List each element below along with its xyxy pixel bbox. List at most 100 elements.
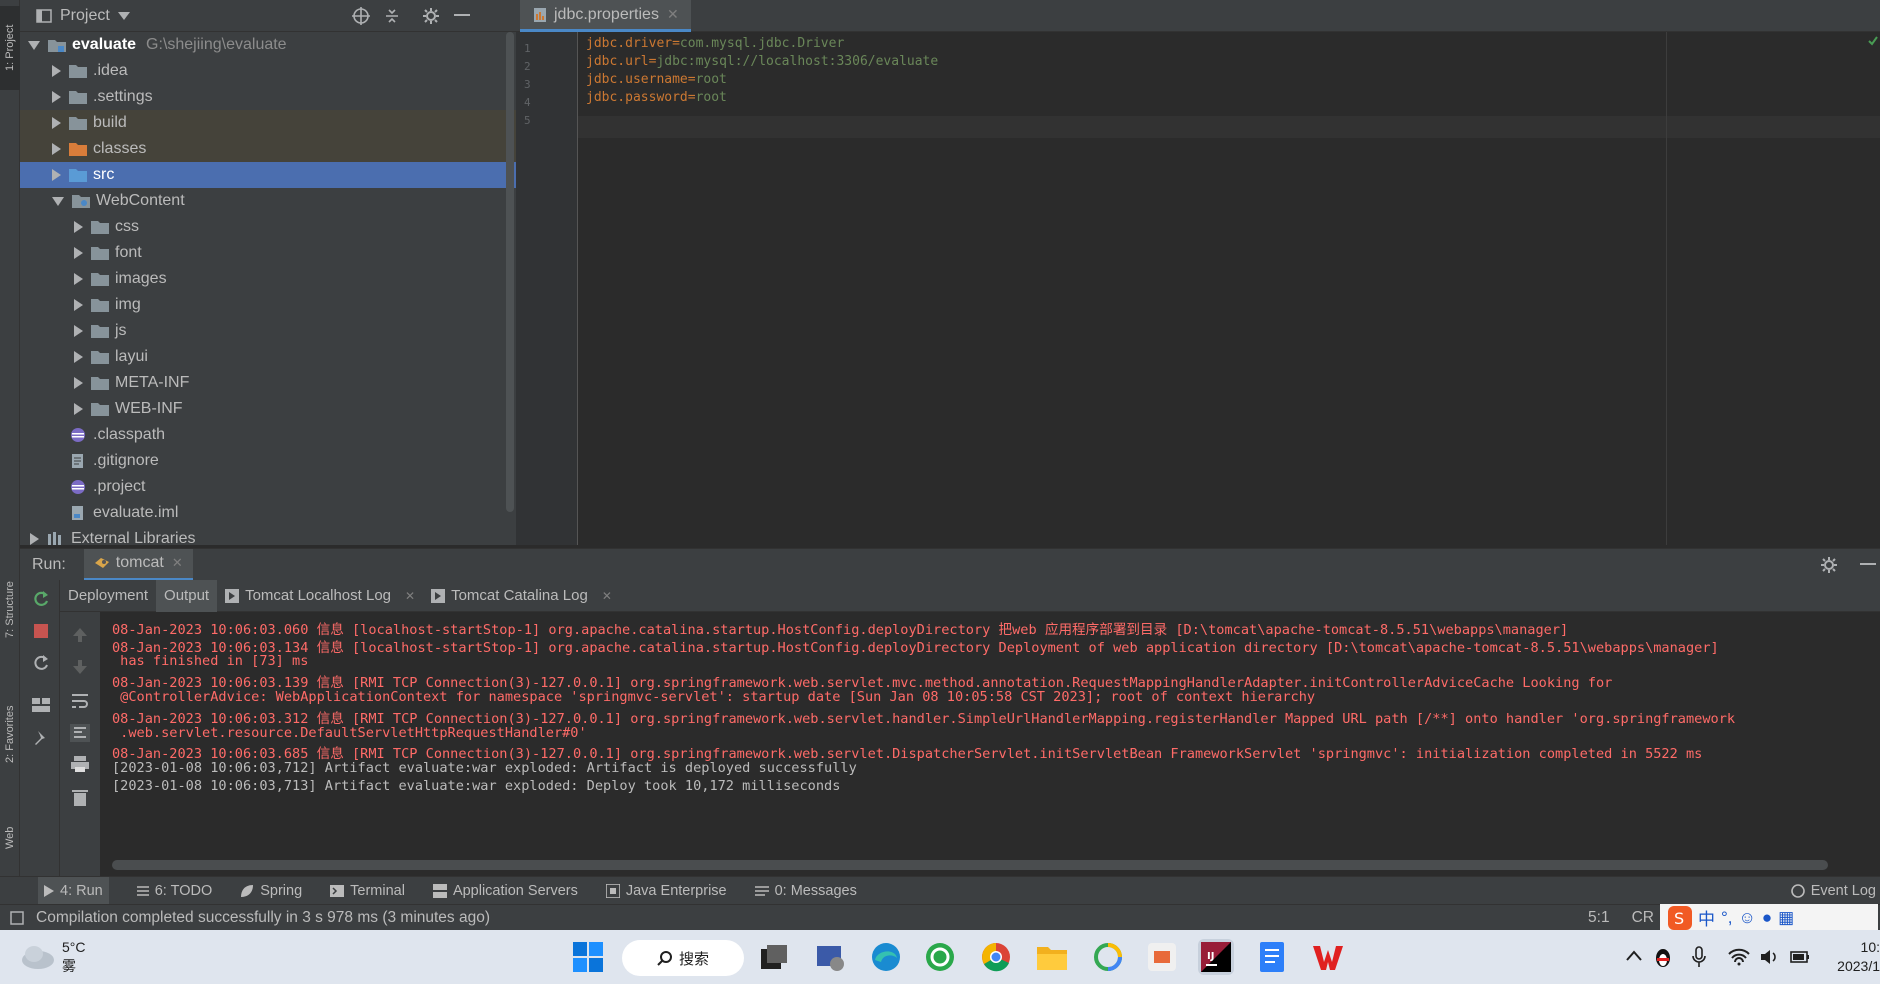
tree-item-js[interactable]: js: [20, 318, 516, 344]
expand-right-icon[interactable]: [52, 65, 61, 77]
taskbar-360-app[interactable]: [1090, 939, 1126, 975]
favorites-tool-tab[interactable]: 2: Favorites: [0, 684, 20, 784]
structure-tool-tab[interactable]: 7: Structure: [0, 560, 20, 660]
tree-item-webcontent[interactable]: WebContent: [20, 188, 516, 214]
expand-right-icon[interactable]: [74, 273, 83, 285]
chevron-up-icon[interactable]: [1626, 950, 1642, 962]
taskbar-app-tools[interactable]: [812, 939, 848, 975]
taskbar-edge[interactable]: [868, 939, 904, 975]
print-icon[interactable]: [71, 756, 89, 772]
tab-deployment[interactable]: Deployment: [60, 580, 156, 612]
tree-item-classes[interactable]: classes: [20, 136, 516, 162]
tab-output[interactable]: Output: [156, 579, 218, 612]
clock[interactable]: 10: 2023/1: [1830, 938, 1880, 976]
wifi-icon[interactable]: [1728, 948, 1750, 966]
minimize-icon[interactable]: [1860, 562, 1876, 567]
tree-item-evaluate-iml[interactable]: evaluate.iml: [20, 500, 516, 526]
tree-item-layui[interactable]: layui: [20, 344, 516, 370]
tree-item-gitignore[interactable]: .gitignore: [20, 448, 516, 474]
taskbar-file-explorer[interactable]: [1034, 939, 1070, 975]
scroll-up-icon[interactable]: [72, 628, 88, 642]
tool-messages[interactable]: 0: Messages: [754, 883, 857, 899]
close-icon[interactable]: ✕: [602, 589, 612, 603]
tab-tomcat-localhost-log[interactable]: Tomcat Localhost Log ✕: [217, 580, 423, 612]
run-config-tab[interactable]: tomcat ✕: [83, 548, 193, 581]
expand-down-icon[interactable]: [52, 196, 64, 206]
tool-event-log[interactable]: Event Log: [1790, 883, 1876, 899]
pin-icon[interactable]: [32, 730, 50, 748]
cursor-position[interactable]: 5:1: [1588, 909, 1610, 927]
soft-wrap-icon[interactable]: [70, 692, 90, 710]
taskbar-powerpoint[interactable]: [1144, 939, 1180, 975]
console-output[interactable]: 08-Jan-2023 10:06:03.060 信息 [localhost-s…: [100, 612, 1880, 876]
project-view-title[interactable]: Project: [60, 7, 110, 25]
expand-down-icon[interactable]: [28, 40, 40, 50]
tree-item-src[interactable]: src: [20, 162, 516, 188]
expand-right-icon[interactable]: [52, 169, 61, 181]
taskbar-chrome[interactable]: [978, 939, 1014, 975]
tool-terminal[interactable]: Terminal: [330, 883, 405, 899]
expand-right-icon[interactable]: [74, 377, 83, 389]
taskbar-360-browser[interactable]: [922, 939, 958, 975]
expand-right-icon[interactable]: [52, 91, 61, 103]
locate-icon[interactable]: [351, 6, 370, 25]
tree-root-evaluate[interactable]: evaluate G:\shejiing\evaluate: [20, 32, 516, 58]
battery-icon[interactable]: [1790, 948, 1810, 966]
gear-icon[interactable]: [422, 7, 440, 25]
project-tool-tab[interactable]: 1: Project: [0, 6, 20, 90]
console-horizontal-scrollbar[interactable]: [112, 860, 1828, 870]
tree-item-font[interactable]: font: [20, 240, 516, 266]
project-scrollbar[interactable]: [506, 32, 514, 512]
microphone-icon[interactable]: [1692, 946, 1706, 968]
tool-java-enterprise[interactable]: Java Enterprise: [605, 883, 727, 899]
taskbar-wps[interactable]: [1310, 939, 1346, 975]
tree-item-images[interactable]: images: [20, 266, 516, 292]
tree-item-project-file[interactable]: .project: [20, 474, 516, 500]
collapse-all-icon[interactable]: [384, 7, 400, 25]
tree-item-build[interactable]: build: [20, 110, 516, 136]
task-view-button[interactable]: [756, 939, 792, 975]
close-icon[interactable]: ✕: [405, 589, 415, 603]
start-button[interactable]: [570, 939, 606, 975]
tree-item-external-libraries[interactable]: External Libraries: [20, 526, 516, 545]
tool-application-servers[interactable]: Application Servers: [432, 883, 578, 899]
line-separator[interactable]: CR: [1632, 909, 1654, 927]
expand-right-icon[interactable]: [74, 221, 83, 233]
expand-right-icon[interactable]: [52, 117, 61, 129]
ime-toolbar[interactable]: S 中 °, ☺ ● ▦: [1660, 903, 1878, 932]
code-editor[interactable]: jdbc.driver=com.mysql.jdbc.Driver jdbc.ur…: [578, 32, 1880, 545]
trash-icon[interactable]: [72, 788, 88, 806]
tab-tomcat-catalina-log[interactable]: Tomcat Catalina Log ✕: [423, 580, 620, 612]
expand-right-icon[interactable]: [74, 299, 83, 311]
scroll-down-icon[interactable]: [72, 660, 88, 674]
tree-item-classpath[interactable]: .classpath: [20, 422, 516, 448]
stop-icon[interactable]: [34, 624, 48, 638]
web-tool-tab[interactable]: Web: [0, 808, 20, 868]
tool-todo[interactable]: 6: TODO: [136, 883, 212, 899]
tree-item-css[interactable]: css: [20, 214, 516, 240]
taskbar-search[interactable]: 搜索: [622, 940, 744, 976]
expand-right-icon[interactable]: [74, 351, 83, 363]
tree-item-idea[interactable]: .idea: [20, 58, 516, 84]
rerun-icon[interactable]: [32, 590, 50, 608]
tab-jdbc-properties[interactable]: jdbc.properties ✕: [520, 0, 691, 32]
close-icon[interactable]: ✕: [667, 6, 679, 23]
expand-right-icon[interactable]: [74, 325, 83, 337]
chevron-down-icon[interactable]: [117, 11, 130, 20]
tool-spring[interactable]: Spring: [240, 883, 302, 899]
expand-right-icon[interactable]: [74, 247, 83, 259]
qq-penguin-icon[interactable]: [1654, 946, 1672, 968]
tool-run[interactable]: 4: Run: [38, 876, 109, 905]
expand-right-icon[interactable]: [30, 533, 39, 545]
tree-item-meta-inf[interactable]: META-INF: [20, 370, 516, 396]
gear-icon[interactable]: [1820, 556, 1838, 574]
layout-icon[interactable]: [32, 698, 50, 712]
tree-item-web-inf[interactable]: WEB-INF: [20, 396, 516, 422]
scroll-to-end-icon[interactable]: [70, 724, 90, 742]
update-icon[interactable]: [32, 654, 50, 672]
tree-item-settings[interactable]: .settings: [20, 84, 516, 110]
speaker-icon[interactable]: [1760, 948, 1780, 966]
expand-right-icon[interactable]: [74, 403, 83, 415]
weather-widget[interactable]: 5°C 雾: [62, 938, 86, 976]
status-toggle-icon[interactable]: [10, 910, 24, 925]
